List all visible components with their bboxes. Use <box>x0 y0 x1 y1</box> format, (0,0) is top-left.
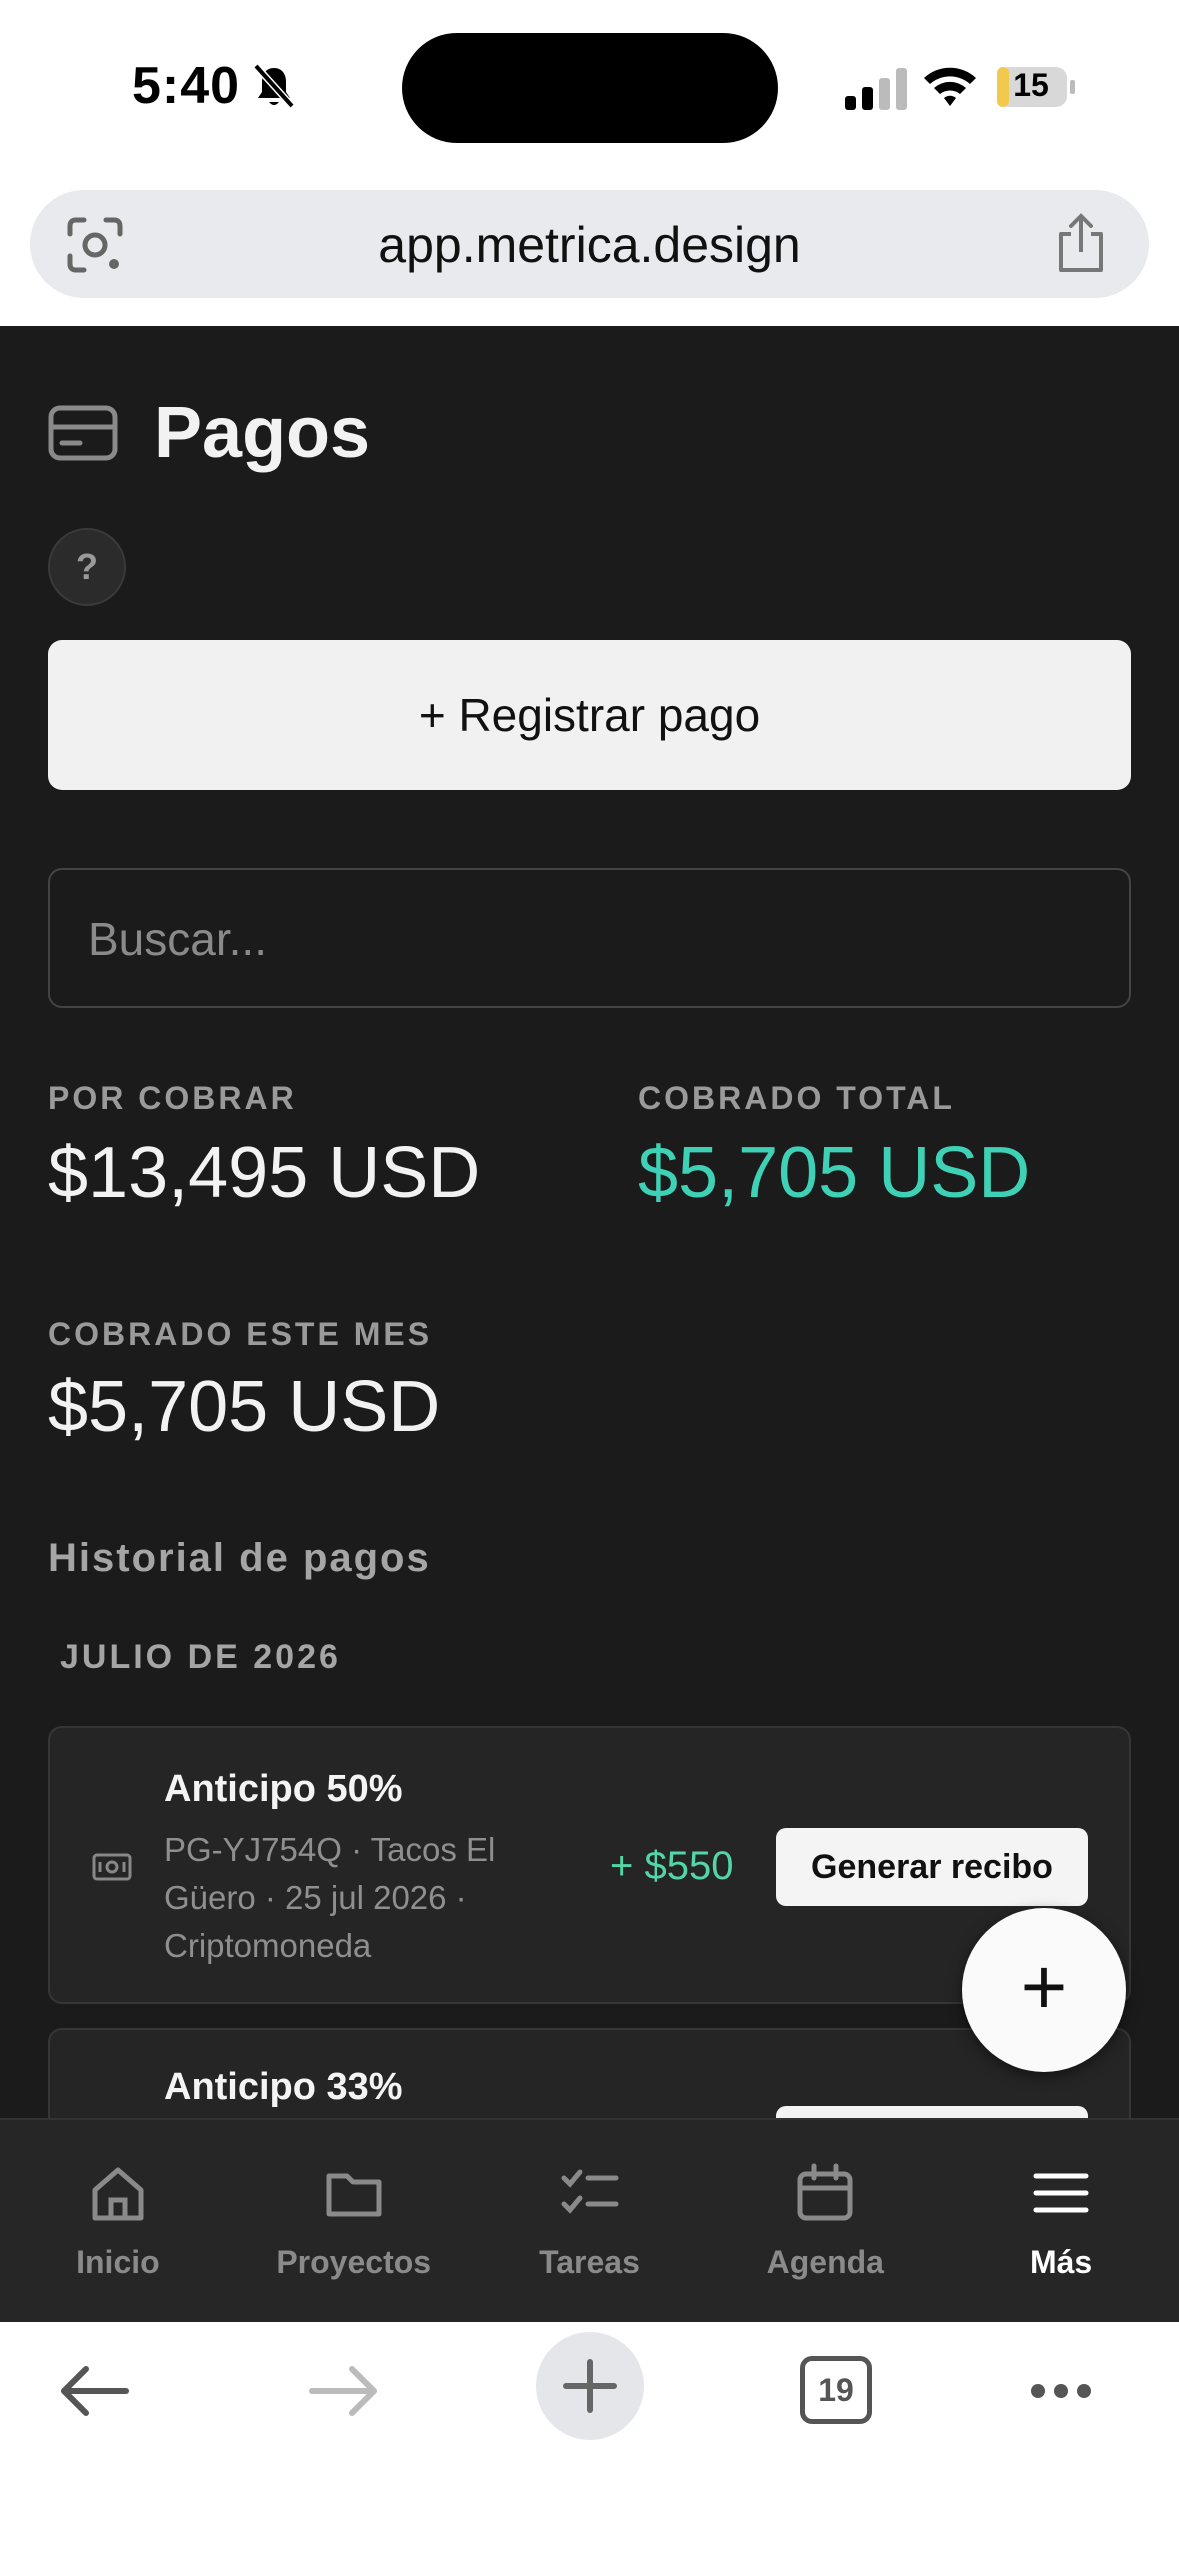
url-bar[interactable]: app.metrica.design <box>30 190 1149 298</box>
add-fab-button[interactable]: + <box>962 1908 1126 2072</box>
payment-card[interactable]: Anticipo 33% <box>48 2028 1131 2118</box>
generate-receipt-button[interactable] <box>776 2106 1088 2118</box>
checklist-icon <box>561 2169 619 2214</box>
stat-label-cobrado-mes: COBRADO ESTE MES <box>48 1316 433 1352</box>
bell-muted-icon <box>253 63 295 109</box>
payment-title: Anticipo 50% <box>164 1768 403 1810</box>
search-input[interactable]: Buscar... <box>48 868 1131 1008</box>
nav-label: Tareas <box>539 2244 640 2280</box>
page-header: Pagos <box>48 392 370 474</box>
search-placeholder: Buscar... <box>88 913 267 965</box>
new-tab-button[interactable] <box>536 2332 644 2440</box>
browser-url-area: app.metrica.design <box>0 176 1179 326</box>
nav-item-inicio[interactable]: Inicio <box>0 2120 236 2322</box>
home-icon <box>92 2167 144 2221</box>
battery-level: 15 <box>1013 67 1049 103</box>
more-options-icon[interactable] <box>1006 2336 1116 2446</box>
cash-icon <box>92 1853 132 1881</box>
register-payment-button[interactable]: + Registrar pago <box>48 640 1131 790</box>
status-time: 5:40 <box>132 57 241 115</box>
nav-label: Inicio <box>76 2244 160 2280</box>
stat-value-cobrado-mes: $5,705 USD <box>48 1367 441 1447</box>
help-button[interactable]: ? <box>48 528 126 606</box>
cellular-signal-icon <box>845 68 907 110</box>
nav-item-proyectos[interactable]: Proyectos <box>236 2120 472 2322</box>
plus-icon <box>563 2359 617 2413</box>
history-title: Historial de pagos <box>48 1536 431 1580</box>
nav-label: Más <box>1029 2244 1093 2280</box>
calendar-icon <box>797 2163 853 2221</box>
nav-item-tareas[interactable]: Tareas <box>472 2120 708 2322</box>
menu-icon <box>1033 2173 1089 2213</box>
payments-page: Pagos ? + Registrar pago Buscar... POR C… <box>0 326 1179 2118</box>
payment-amount: + $550 <box>610 1844 734 1888</box>
stat-label-cobrado-total: COBRADO TOTAL <box>638 1080 955 1116</box>
browser-toolbar: 19 <box>0 2322 1179 2556</box>
wifi-icon <box>924 67 976 106</box>
nav-label: Proyectos <box>276 2244 432 2280</box>
forward-arrow-icon[interactable] <box>288 2336 398 2446</box>
month-label: JULIO DE 2026 <box>60 1638 341 1676</box>
generate-receipt-button[interactable]: Generar recibo <box>776 1828 1088 1906</box>
folder-icon <box>326 2173 382 2217</box>
stat-value-cobrado-total: $5,705 USD <box>638 1133 1031 1213</box>
tabs-count-button[interactable]: 19 <box>800 2356 872 2424</box>
back-arrow-icon[interactable] <box>40 2336 150 2446</box>
payment-title: Anticipo 33% <box>164 2066 403 2108</box>
nav-label: Agenda <box>766 2244 884 2280</box>
credit-card-icon <box>48 405 118 461</box>
nav-item-mas[interactable]: Más <box>943 2120 1179 2322</box>
page-title: Pagos <box>154 393 371 473</box>
url-text: app.metrica.design <box>378 217 801 273</box>
dynamic-island <box>402 33 778 143</box>
stat-label-por-cobrar: POR COBRAR <box>48 1080 297 1116</box>
status-bar: 5:40 15 <box>0 0 1179 176</box>
share-icon[interactable] <box>1053 212 1109 274</box>
payment-meta: PG-YJ754Q · Tacos El Güero · 25 jul 2026… <box>164 1831 496 1964</box>
nav-item-agenda[interactable]: Agenda <box>707 2120 943 2322</box>
bottom-nav: Inicio Proyectos Tareas Agenda Más <box>0 2118 1179 2322</box>
stat-value-por-cobrar: $13,495 USD <box>48 1133 481 1213</box>
